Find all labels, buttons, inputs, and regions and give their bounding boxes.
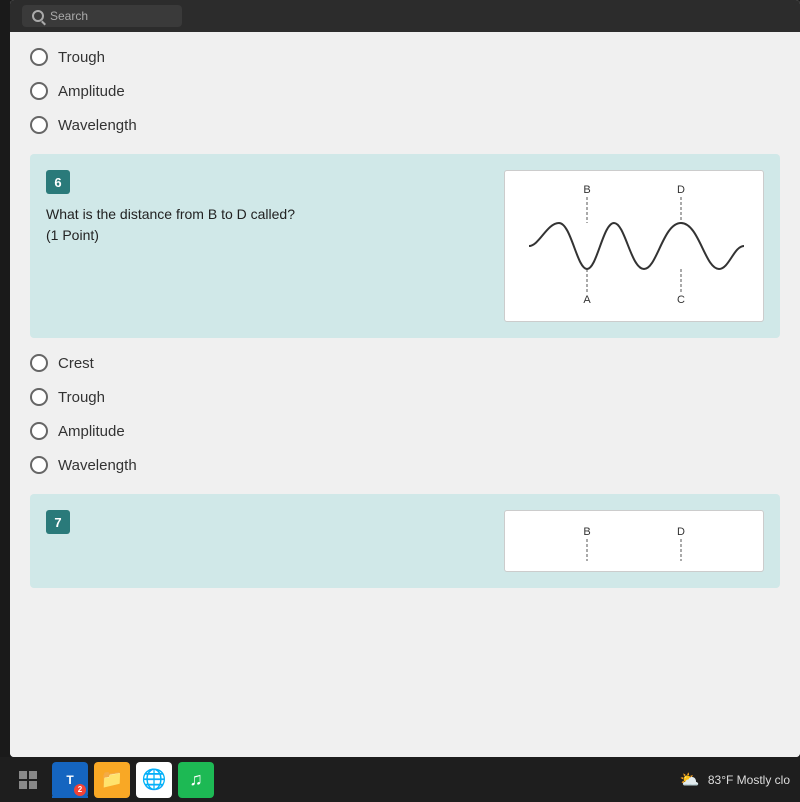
option-crest-q6[interactable]: Crest [30, 354, 780, 372]
search-icon [32, 10, 44, 22]
t2-app-wrap: T 2 [52, 762, 88, 798]
radio-wavelength-q6[interactable] [30, 456, 48, 474]
question7-diagram: B D [504, 510, 764, 572]
t2-app-icon[interactable]: T 2 [52, 762, 88, 798]
question6-text: What is the distance from B to D called?… [46, 204, 488, 246]
question5-options: Trough Amplitude Wavelength [30, 48, 780, 134]
question7-wave-top: B D [519, 521, 749, 561]
label-A: A [583, 294, 591, 306]
wave-diagram-svg: B D A C [519, 181, 749, 311]
question6-block: 6 What is the distance from B to D calle… [30, 154, 780, 338]
label-wavelength-q5: Wavelength [58, 117, 137, 134]
radio-amplitude-q6[interactable] [30, 422, 48, 440]
option-wavelength-q5[interactable]: Wavelength [30, 116, 780, 134]
t2-notification-badge: 2 [74, 784, 86, 796]
main-content: Trough Amplitude Wavelength 6 What is th… [10, 32, 800, 757]
file-explorer-icon[interactable]: 📁 [94, 762, 130, 798]
label-amplitude-q6: Amplitude [58, 423, 125, 440]
windows-logo-icon [18, 770, 38, 790]
wave-path [529, 223, 744, 269]
radio-trough-q5[interactable] [30, 48, 48, 66]
label-C: C [677, 294, 685, 306]
search-bar[interactable]: Search [22, 5, 182, 27]
question7-left: 7 [46, 510, 488, 572]
radio-wavelength-q5[interactable] [30, 116, 48, 134]
question7-block: 7 B D [30, 494, 780, 588]
taskbar: T 2 📁 🌐 ♫ ⛅ 83°F Mostly clo [0, 757, 800, 802]
label-D: D [677, 184, 685, 196]
radio-crest-q6[interactable] [30, 354, 48, 372]
taskbar-left: T 2 📁 🌐 ♫ [10, 762, 214, 798]
question7-number: 7 [46, 510, 70, 534]
option-amplitude-q5[interactable]: Amplitude [30, 82, 780, 100]
radio-amplitude-q5[interactable] [30, 82, 48, 100]
chrome-browser-icon[interactable]: 🌐 [136, 762, 172, 798]
top-bar: Search [10, 0, 800, 32]
label-amplitude-q5: Amplitude [58, 83, 125, 100]
screen: Search Trough Amplitude Wavelength 6 [10, 0, 800, 757]
t2-active-indicator [52, 796, 88, 798]
label-trough-q6: Trough [58, 389, 105, 406]
label-B: B [583, 184, 590, 196]
question6-diagram: B D A C [504, 170, 764, 322]
taskbar-right: ⛅ 83°F Mostly clo [680, 770, 790, 790]
windows-start-button[interactable] [10, 762, 46, 798]
spotify-icon[interactable]: ♫ [178, 762, 214, 798]
option-amplitude-q6[interactable]: Amplitude [30, 422, 780, 440]
label-wavelength-q6: Wavelength [58, 457, 137, 474]
question6-number: 6 [46, 170, 70, 194]
label-crest-q6: Crest [58, 355, 94, 372]
weather-cloud-icon: ⛅ [680, 770, 700, 790]
radio-trough-q6[interactable] [30, 388, 48, 406]
question6-options: Crest Trough Amplitude Wavelength [30, 354, 780, 474]
option-trough-q6[interactable]: Trough [30, 388, 780, 406]
label-trough-q5: Trough [58, 49, 105, 66]
label-B7: B [583, 526, 590, 538]
option-trough-q5[interactable]: Trough [30, 48, 780, 66]
search-input-label: Search [50, 9, 88, 23]
option-wavelength-q6[interactable]: Wavelength [30, 456, 780, 474]
weather-text: 83°F Mostly clo [708, 773, 790, 787]
label-D7: D [677, 526, 685, 538]
question6-left: 6 What is the distance from B to D calle… [46, 170, 488, 322]
